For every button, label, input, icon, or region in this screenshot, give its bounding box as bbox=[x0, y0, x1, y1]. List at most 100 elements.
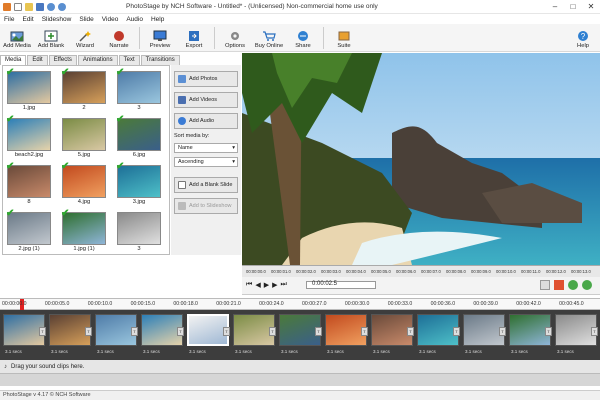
title-bar: PhotoStage by NCH Software - Untitled* -… bbox=[0, 0, 600, 14]
menu-help[interactable]: Help bbox=[151, 16, 164, 23]
step-forward-icon[interactable]: ▶ bbox=[272, 281, 277, 289]
preview-tick-label: 00:00:12.0 bbox=[546, 269, 566, 274]
clip-duration: 3.1 secs bbox=[143, 349, 160, 354]
add-photos-button[interactable]: Add Photos bbox=[174, 71, 238, 87]
narrate-button[interactable]: Narrate bbox=[102, 29, 136, 49]
save-icon[interactable] bbox=[36, 2, 44, 11]
step-back-icon[interactable]: ◀ bbox=[255, 281, 260, 289]
redo-icon[interactable] bbox=[58, 2, 66, 11]
timeline-tick-label: 00:00:24.0 bbox=[259, 301, 284, 307]
menu-slideshow[interactable]: Slideshow bbox=[42, 16, 72, 23]
preview-tick-label: 00:00:00.0 bbox=[246, 269, 266, 274]
preview-tick-label: 00:00:08.0 bbox=[446, 269, 466, 274]
preview-time-ruler[interactable]: 00:00:00.0 00:00:01.0 00:00:02.0 00:00:03.0… bbox=[242, 265, 600, 277]
undo-icon[interactable] bbox=[47, 2, 55, 11]
preview-window bbox=[242, 53, 600, 265]
split-icon[interactable] bbox=[554, 280, 564, 290]
maximize-button[interactable]: □ bbox=[564, 2, 582, 11]
tab-animations[interactable]: Animations bbox=[77, 55, 118, 65]
buy-online-button[interactable]: Buy Online bbox=[252, 29, 286, 49]
menu-video[interactable]: Video bbox=[102, 16, 119, 23]
audio-track[interactable]: ♪ Drag your sound clips here. bbox=[0, 360, 600, 374]
transition-icon[interactable]: T bbox=[407, 327, 414, 336]
preview-image bbox=[242, 53, 600, 265]
transition-icon[interactable]: T bbox=[591, 327, 598, 336]
media-thumbnail[interactable] bbox=[62, 118, 106, 151]
preview-tick-label: 00:00:03.0 bbox=[321, 269, 341, 274]
play-icon[interactable]: ▶ bbox=[264, 281, 269, 289]
add-blank-slide-button[interactable]: Add a Blank Slide bbox=[174, 177, 238, 193]
timeline-tick-label: 00:00:36.0 bbox=[430, 301, 456, 307]
tab-media[interactable]: Media bbox=[0, 55, 27, 65]
help-button[interactable]: ? Help bbox=[566, 29, 600, 49]
wizard-wand-icon bbox=[78, 29, 93, 42]
add-blank-label: Add Blank bbox=[37, 43, 65, 49]
timeline-tick-label: 00:00:05.0 bbox=[44, 301, 70, 307]
add-media-icon bbox=[10, 29, 25, 42]
menu-edit[interactable]: Edit bbox=[22, 16, 33, 23]
rotate-left-icon[interactable] bbox=[568, 280, 578, 290]
media-thumbnail[interactable] bbox=[117, 212, 161, 245]
skip-start-icon[interactable]: ⏮ bbox=[246, 281, 252, 289]
preview-tick-label: 00:00:09.0 bbox=[471, 269, 491, 274]
clip-duration: 3.1 secs bbox=[97, 349, 114, 354]
timeline-ruler[interactable]: 00:00:00.0 00:00:05.0 00:00:10.0 00:00:15.0… bbox=[0, 298, 600, 310]
transition-icon[interactable]: T bbox=[223, 327, 230, 336]
audio-track-2[interactable] bbox=[0, 374, 600, 386]
menu-slide[interactable]: Slide bbox=[79, 16, 93, 23]
transition-icon[interactable]: T bbox=[545, 327, 552, 336]
sort-select[interactable]: Name ▾ bbox=[174, 143, 238, 153]
order-select[interactable]: Ascending ▾ bbox=[174, 157, 238, 167]
new-file-icon[interactable] bbox=[14, 2, 22, 11]
skip-end-icon[interactable]: ⏭ bbox=[280, 281, 286, 289]
tab-transitions[interactable]: Transitions bbox=[140, 55, 180, 65]
add-media-button[interactable]: Add Media bbox=[0, 29, 34, 49]
options-button[interactable]: Options bbox=[218, 29, 252, 49]
rotate-right-icon[interactable] bbox=[582, 280, 592, 290]
suite-button[interactable]: Suite bbox=[327, 29, 361, 49]
clip-duration: 3.1 secs bbox=[327, 349, 344, 354]
tab-edit[interactable]: Edit bbox=[27, 55, 48, 65]
timeline-tick-label: 00:00:15.0 bbox=[130, 301, 156, 307]
menu-file[interactable]: File bbox=[4, 16, 14, 23]
transition-icon[interactable]: T bbox=[453, 327, 460, 336]
add-audio-button[interactable]: Add Audio bbox=[174, 113, 238, 129]
narrate-label: Narrate bbox=[109, 43, 129, 49]
toolbar-separator bbox=[214, 27, 215, 49]
clip-duration: 3.1 secs bbox=[465, 349, 482, 354]
preview-tick-label: 00:00:13.0 bbox=[571, 269, 591, 274]
add-blank-slide-label: Add a Blank Slide bbox=[189, 182, 233, 188]
add-videos-button[interactable]: Add Videos bbox=[174, 92, 238, 108]
add-to-slideshow-label: Add to Slideshow bbox=[189, 203, 232, 209]
export-label: Export bbox=[185, 43, 203, 49]
wizard-button[interactable]: Wizard bbox=[68, 29, 102, 49]
minimize-button[interactable]: – bbox=[546, 2, 564, 11]
transition-icon[interactable]: T bbox=[269, 327, 276, 336]
share-button[interactable]: Share bbox=[286, 29, 320, 49]
tab-effects[interactable]: Effects bbox=[48, 55, 77, 65]
menu-audio[interactable]: Audio bbox=[126, 16, 143, 23]
transition-icon[interactable]: T bbox=[499, 327, 506, 336]
transition-icon[interactable]: T bbox=[131, 327, 138, 336]
close-button[interactable]: ✕ bbox=[582, 2, 600, 11]
add-blank-button[interactable]: Add Blank bbox=[34, 29, 68, 49]
preview-button[interactable]: Preview bbox=[143, 29, 177, 49]
timeline-tick-label: 00:00:42.0 bbox=[516, 301, 541, 307]
preview-controls: ⏮ ◀ ▶ ▶ ⏭ 0:00:02.5 bbox=[242, 277, 600, 295]
add-to-slideshow-button[interactable]: Add to Slideshow bbox=[174, 198, 238, 214]
toolbar-separator bbox=[139, 27, 140, 49]
clip-duration: 3.1 secs bbox=[557, 349, 574, 354]
transition-icon[interactable]: T bbox=[177, 327, 184, 336]
cut-icon[interactable] bbox=[540, 280, 550, 290]
transition-icon[interactable]: T bbox=[361, 327, 368, 336]
checkmark-icon: ✔ bbox=[6, 161, 15, 172]
transition-icon[interactable]: T bbox=[315, 327, 322, 336]
export-button[interactable]: Export bbox=[177, 29, 211, 49]
media-label: 2.jpg (1) bbox=[18, 246, 40, 252]
transition-icon[interactable]: T bbox=[85, 327, 92, 336]
tab-text[interactable]: Text bbox=[118, 55, 140, 65]
transition-icon[interactable]: T bbox=[39, 327, 46, 336]
checkmark-icon: ✔ bbox=[116, 114, 125, 125]
preview-tick-label: 00:00:02.0 bbox=[296, 269, 316, 274]
open-folder-icon[interactable] bbox=[25, 2, 33, 11]
